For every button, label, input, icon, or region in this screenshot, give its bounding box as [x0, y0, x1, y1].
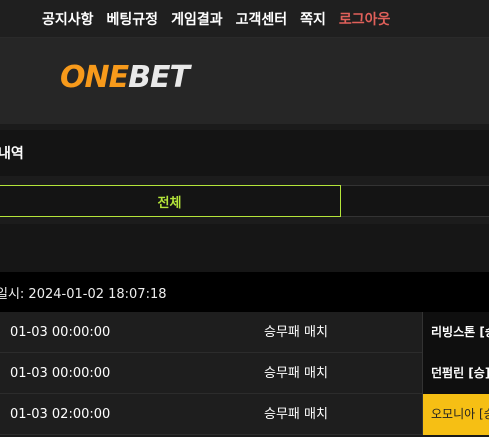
toolbar-spacer	[0, 224, 489, 272]
pick-cell[interactable]: 리빙스톤 [승]	[422, 312, 489, 353]
market-type: 승무패 매치	[264, 366, 328, 381]
nav-game-results[interactable]: 게임결과	[171, 9, 223, 29]
section-header: 내역	[0, 130, 489, 176]
filter-tab-bar: 전체	[0, 176, 489, 224]
top-navigation: 공지사항 베팅규정 게임결과 고객센터 쪽지 로그아웃	[0, 0, 489, 38]
page-title: 내역	[0, 146, 24, 162]
tab-all[interactable]: 전체	[0, 185, 341, 217]
nav-notice[interactable]: 공지사항	[42, 9, 94, 29]
match-time: 01-03 00:00:00	[10, 325, 111, 340]
table-row: 01-03 02:00:00 승무패 매치 오모니아 [승]	[0, 394, 489, 435]
bet-datetime: 일시: 2024-01-02 18:07:18	[0, 286, 167, 302]
nav-messages[interactable]: 쪽지	[300, 9, 326, 29]
match-time: 01-03 00:00:00	[10, 366, 111, 381]
nav-customer-center[interactable]: 고객센터	[236, 9, 288, 29]
tab-other[interactable]	[341, 185, 489, 217]
logo-text-one: ONE	[60, 60, 129, 95]
header-band: ONEBET	[0, 38, 489, 124]
pick-cell-selected[interactable]: 오모니아 [승]	[422, 394, 489, 435]
logout-link[interactable]: 로그아웃	[339, 9, 391, 29]
bet-date-header: 일시: 2024-01-02 18:07:18	[0, 272, 489, 312]
table-row: 01-03 00:00:00 승무패 매치 리빙스톤 [승]	[0, 312, 489, 353]
match-time: 01-03 02:00:00	[10, 407, 111, 422]
bet-list: 01-03 00:00:00 승무패 매치 리빙스톤 [승] 01-03 00:…	[0, 312, 489, 435]
site-logo[interactable]: ONEBET	[60, 60, 190, 95]
market-type: 승무패 매치	[264, 325, 328, 340]
table-row: 01-03 00:00:00 승무패 매치 던펌린 [승]	[0, 353, 489, 394]
pick-cell[interactable]: 던펌린 [승]	[422, 353, 489, 394]
nav-betting-rules[interactable]: 베팅규정	[107, 9, 159, 29]
logo-text-bet: BET	[128, 60, 190, 95]
market-type: 승무패 매치	[264, 407, 328, 422]
